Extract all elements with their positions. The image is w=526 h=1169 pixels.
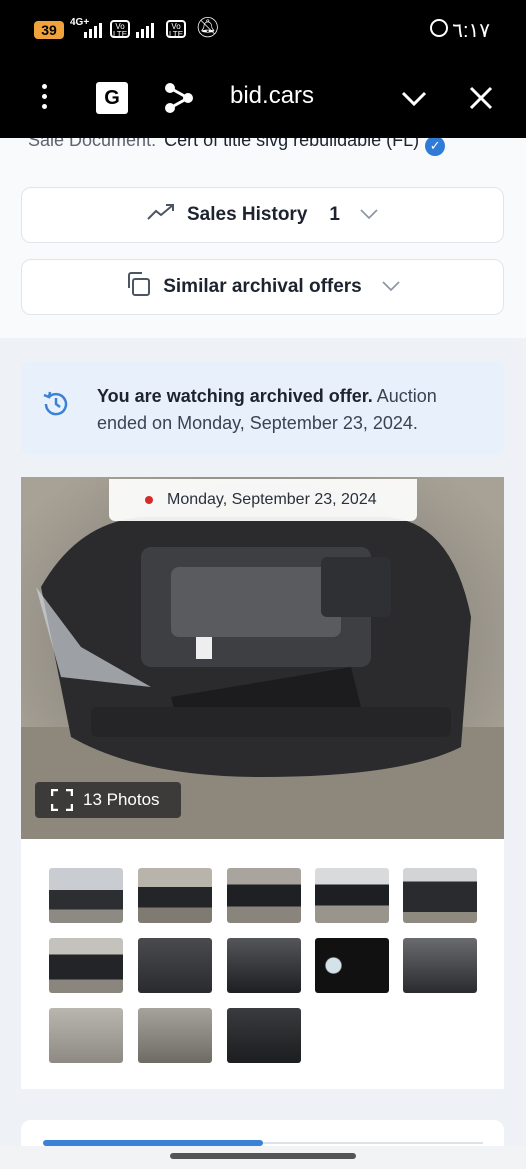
thumb-engine[interactable] [49, 1008, 123, 1063]
thumb-front[interactable] [403, 868, 477, 923]
photos-count-button[interactable]: 13 Photos [35, 782, 181, 818]
auction-date: Monday, September 23, 2024 [167, 491, 377, 508]
thumb-rear[interactable] [49, 938, 123, 993]
main-photo[interactable]: Monday, September 23, 2024 13 Photos [21, 477, 504, 839]
thumb-interior-front[interactable] [138, 938, 212, 993]
share-icon[interactable] [164, 82, 194, 114]
auction-date-pill: Monday, September 23, 2024 [109, 479, 417, 521]
thumb-rear-seats[interactable] [403, 938, 477, 993]
page-content: Sale Document: Cert of title slvg rebuild… [0, 138, 526, 1169]
clock: ٦:١٧ [452, 20, 490, 42]
thumb-gauges[interactable] [315, 938, 389, 993]
sale-document-row: Sale Document: Cert of title slvg rebuild… [28, 138, 446, 156]
similar-offers-label: Similar archival offers [163, 276, 362, 297]
trending-up-icon [147, 203, 175, 227]
status-bar: 39 4G+ Vo LTE Vo LTE 🔕︎ ٦:١٧ [0, 0, 526, 60]
archived-notice-text: You are watching archived offer. Auction… [97, 383, 487, 437]
copy-icon [125, 271, 151, 303]
more-vert-icon[interactable] [42, 84, 48, 114]
thumb-dashboard[interactable] [227, 938, 301, 993]
chevron-down-icon [360, 206, 378, 224]
tab-divider [263, 1142, 483, 1144]
bell-off-icon: 🔕︎ [195, 17, 221, 39]
notice-bold: You are watching archived offer. [97, 386, 373, 406]
thumb-side[interactable] [138, 868, 212, 923]
battery-indicator: 39 [34, 21, 64, 39]
status-dot [145, 496, 153, 504]
verified-icon: ✓ [425, 138, 446, 156]
signal-icon [84, 22, 102, 38]
sales-history-count: 1 [329, 204, 340, 225]
thumb-rear-right[interactable] [315, 868, 389, 923]
photos-count: 13 Photos [83, 790, 160, 809]
sale-document-label: Sale Document: [28, 138, 157, 150]
similar-offers-button[interactable]: Similar archival offers [21, 259, 504, 315]
history-icon [43, 391, 68, 416]
thumb-rear-left[interactable] [227, 868, 301, 923]
close-icon[interactable] [468, 78, 494, 118]
browser-toolbar: G bid.cars [0, 60, 526, 138]
whatsapp-icon [430, 19, 448, 37]
thumb-front-left[interactable] [49, 868, 123, 923]
details-card: Sale Document: Cert of title slvg rebuild… [0, 138, 526, 338]
sale-document-value: Cert of title slvg rebuildable (FL) [164, 138, 420, 150]
thumb-parts[interactable] [138, 1008, 212, 1063]
thumb-fuse-box[interactable] [227, 1008, 301, 1063]
chevron-down-icon[interactable] [400, 82, 428, 114]
thumbnail-grid [21, 839, 504, 1089]
chevron-down-icon [382, 278, 400, 296]
volte-icon: Vo LTE [110, 20, 130, 39]
archived-notice: You are watching archived offer. Auction… [21, 361, 504, 455]
home-indicator[interactable] [170, 1153, 356, 1159]
signal-icon-2 [136, 22, 154, 38]
fullscreen-icon [50, 788, 74, 812]
volte-icon-2: Vo LTE [166, 20, 186, 39]
sales-history-button[interactable]: Sales History 1 [21, 187, 504, 243]
sales-history-label: Sales History [187, 204, 308, 225]
translate-icon[interactable]: G [96, 82, 128, 114]
url-bar[interactable]: bid.cars [230, 82, 314, 110]
